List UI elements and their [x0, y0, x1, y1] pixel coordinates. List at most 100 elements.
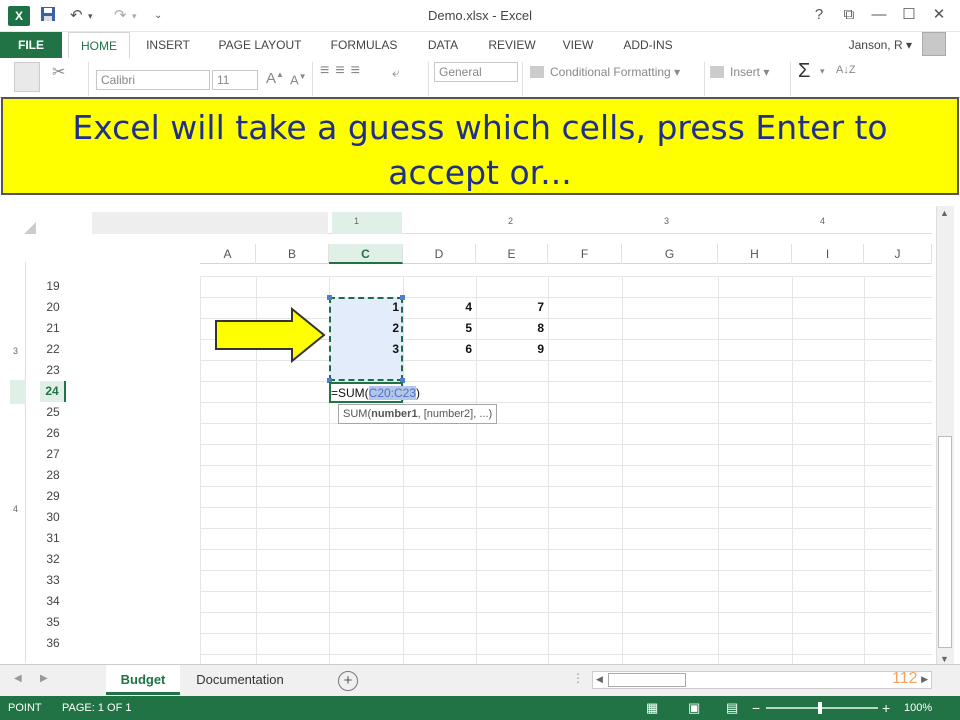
row-header-35[interactable]: 35	[40, 612, 66, 633]
cell-e22[interactable]: 9	[476, 339, 548, 360]
tab-review[interactable]: REVIEW	[478, 32, 546, 58]
function-tooltip[interactable]: SUM(number1, [number2], ...)	[338, 404, 498, 424]
cell-c20[interactable]: 1	[329, 297, 403, 318]
scroll-right-icon[interactable]: ▶	[921, 674, 928, 685]
tab-page-layout[interactable]: PAGE LAYOUT	[206, 32, 314, 58]
cell-c21[interactable]: 2	[329, 318, 403, 339]
column-header-d[interactable]: D	[403, 244, 476, 264]
column-header-a[interactable]: A	[200, 244, 256, 264]
tab-home[interactable]: HOME	[68, 32, 130, 58]
autosum-icon[interactable]: Σ	[798, 60, 810, 83]
tab-split-handle[interactable]: ⋮	[572, 671, 584, 685]
row-header-21[interactable]: 21	[40, 318, 66, 339]
cell-d22[interactable]: 6	[403, 339, 476, 360]
scroll-down-icon[interactable]: ▼	[940, 654, 949, 664]
row-header-32[interactable]: 32	[40, 549, 66, 570]
left-ruler: 3 4	[10, 262, 26, 662]
minimize-icon[interactable]: —	[864, 4, 894, 26]
zoom-level[interactable]: 100%	[904, 696, 932, 720]
column-header-j[interactable]: J	[864, 244, 932, 264]
autosum-dropdown-icon[interactable]: ▾	[820, 66, 825, 77]
prev-sheet-icon[interactable]: ◀	[14, 673, 22, 684]
zoom-slider-thumb[interactable]	[818, 702, 822, 714]
row-header-33[interactable]: 33	[40, 570, 66, 591]
user-name[interactable]: Janson, R ▾	[849, 32, 912, 58]
zoom-slider[interactable]	[766, 707, 878, 709]
tab-insert[interactable]: INSERT	[136, 32, 200, 58]
cut-icon[interactable]: ✂	[52, 62, 65, 82]
horizontal-scroll-thumb[interactable]	[608, 673, 686, 687]
avatar[interactable]	[922, 32, 946, 56]
ribbon-display-options-icon[interactable]: ⧉	[834, 4, 864, 26]
column-header-c[interactable]: C	[329, 244, 403, 264]
status-mode: POINT	[8, 702, 42, 714]
row-header-31[interactable]: 31	[40, 528, 66, 549]
help-icon[interactable]: ?	[804, 4, 834, 26]
close-icon[interactable]: ✕	[924, 4, 954, 26]
tooltip-arg-number1[interactable]: number1	[371, 408, 417, 420]
cell-e21[interactable]: 8	[476, 318, 548, 339]
conditional-formatting-button[interactable]: Conditional Formatting ▾	[550, 65, 680, 79]
column-header-g[interactable]: G	[622, 244, 718, 264]
column-header-f[interactable]: F	[548, 244, 622, 264]
row-header-28[interactable]: 28	[40, 465, 66, 486]
row-header-27[interactable]: 27	[40, 444, 66, 465]
sheet-tab-budget[interactable]: Budget	[106, 665, 180, 695]
cell-d20[interactable]: 4	[403, 297, 476, 318]
tab-view[interactable]: VIEW	[552, 32, 604, 58]
column-header-b[interactable]: B	[256, 244, 329, 264]
ruler-left-mark-3: 3	[13, 346, 19, 356]
row-header-23[interactable]: 23	[40, 360, 66, 381]
font-size-box[interactable]: 11	[212, 70, 258, 90]
number-format-box[interactable]: General	[434, 62, 518, 82]
page-break-preview-icon[interactable]: ▤	[726, 696, 738, 720]
ruler-left-mark-4: 4	[13, 504, 19, 514]
add-sheet-icon[interactable]: +	[338, 671, 358, 691]
vertical-scroll-thumb[interactable]	[938, 436, 952, 648]
wrap-text-icon[interactable]: ⤶	[392, 64, 400, 81]
tab-data[interactable]: DATA	[414, 32, 472, 58]
sheet-tab-documentation[interactable]: Documentation	[184, 665, 296, 695]
next-sheet-icon[interactable]: ▶	[40, 673, 48, 684]
page-layout-view-icon[interactable]: ▣	[688, 696, 700, 720]
scroll-up-icon[interactable]: ▲	[940, 208, 949, 218]
insert-cells-button[interactable]: Insert ▾	[730, 65, 769, 79]
slide-number: 112	[892, 670, 918, 687]
cell-c22[interactable]: 3	[329, 339, 403, 360]
font-name-value: Calibri	[101, 73, 136, 87]
row-header-29[interactable]: 29	[40, 486, 66, 507]
zoom-in-icon[interactable]: +	[882, 696, 890, 720]
row-header-34[interactable]: 34	[40, 591, 66, 612]
row-header-24[interactable]: 24	[40, 381, 66, 402]
zoom-out-icon[interactable]: −	[752, 696, 760, 720]
tab-formulas[interactable]: FORMULAS	[320, 32, 408, 58]
align-top-icons[interactable]: ≡≡≡	[320, 62, 366, 80]
decrease-font-icon[interactable]: A▼	[290, 72, 307, 87]
font-name-box[interactable]: Calibri	[96, 70, 210, 90]
row-header-22[interactable]: 22	[40, 339, 66, 360]
cell-e20[interactable]: 7	[476, 297, 548, 318]
scroll-left-icon[interactable]: ◀	[596, 674, 603, 685]
instruction-callout: Excel will take a guess which cells, pre…	[1, 97, 959, 195]
row-header-36[interactable]: 36	[40, 633, 66, 654]
select-all-corner[interactable]	[24, 222, 36, 234]
callout-text: Excel will take a guess which cells, pre…	[72, 108, 888, 192]
increase-font-icon[interactable]: A▲	[266, 70, 284, 87]
sort-filter-icon[interactable]: A↓Z	[836, 64, 856, 76]
column-header-h[interactable]: H	[718, 244, 792, 264]
row-header-19[interactable]: 19	[40, 276, 66, 297]
tab-add-ins[interactable]: ADD-INS	[610, 32, 686, 58]
normal-view-icon[interactable]: ▦	[646, 696, 658, 720]
status-bar: POINT PAGE: 1 OF 1 ▦ ▣ ▤ − + 100%	[0, 696, 960, 720]
paste-icon[interactable]	[14, 62, 40, 92]
cell-d21[interactable]: 5	[403, 318, 476, 339]
row-header-25[interactable]: 25	[40, 402, 66, 423]
column-header-i[interactable]: I	[792, 244, 864, 264]
column-header-e[interactable]: E	[476, 244, 548, 264]
tab-file[interactable]: FILE	[0, 32, 62, 58]
row-header-26[interactable]: 26	[40, 423, 66, 444]
cell-formula-editor[interactable]: =SUM(C20:C23)	[331, 384, 420, 402]
maximize-icon[interactable]: ☐	[894, 4, 924, 26]
row-header-30[interactable]: 30	[40, 507, 66, 528]
row-header-20[interactable]: 20	[40, 297, 66, 318]
